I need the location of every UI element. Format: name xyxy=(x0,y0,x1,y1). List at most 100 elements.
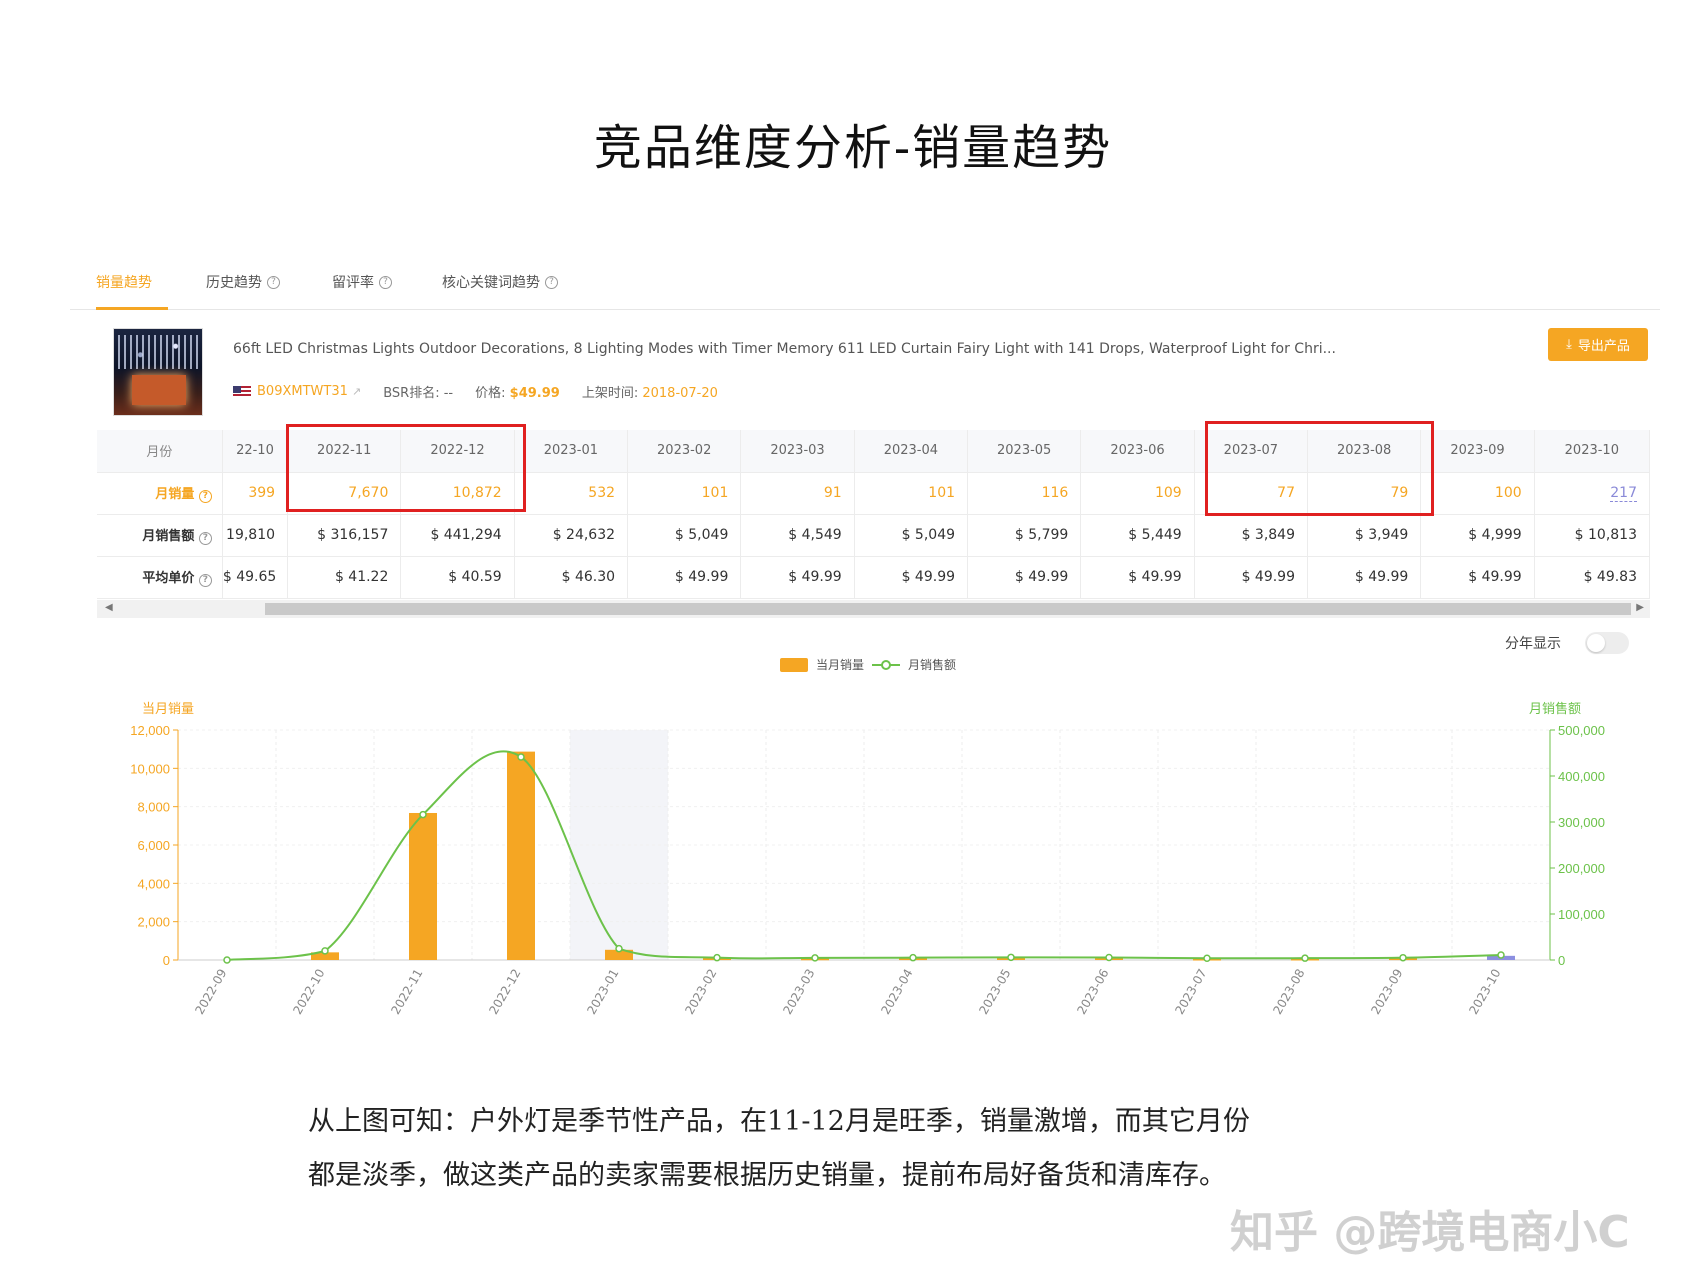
description-line: 从上图可知：户外灯是季节性产品，在11-12月是旺季，销量激增，而其它月份 xyxy=(308,1106,1250,1137)
tab-history-trend[interactable]: 历史趋势 ? xyxy=(206,272,280,292)
row-label-sales: 月销量 ? xyxy=(97,472,223,515)
year-split-toggle[interactable] xyxy=(1585,632,1629,654)
page-title: 竞品维度分析-销量趋势 xyxy=(593,120,1113,176)
revenue-cell: $ 5,049 xyxy=(627,514,742,557)
revenue-cell: $ 24,632 xyxy=(514,514,629,557)
row-label-avg-price: 平均单价 ? xyxy=(97,556,223,599)
asin-link[interactable]: B09XMTWT31 ↗ xyxy=(233,384,361,399)
tab-sales-trend[interactable]: 销量趋势 xyxy=(96,272,152,292)
year-split-label: 分年显示 xyxy=(1505,636,1561,652)
help-icon[interactable]: ? xyxy=(267,275,280,289)
tab-label: 销量趋势 xyxy=(96,275,152,291)
revenue-point xyxy=(713,953,721,962)
revenue-point xyxy=(811,954,819,962)
tab-review-rate[interactable]: 留评率 ? xyxy=(332,272,392,292)
avg-price-cell: $ 41.22 xyxy=(287,556,402,599)
revenue-point xyxy=(1399,953,1407,962)
chart-legend: 当月销量 月销售额 xyxy=(780,656,956,673)
revenue-point xyxy=(419,810,427,819)
revenue-cell: $ 441,294 xyxy=(400,514,515,557)
export-label: 导出产品 xyxy=(1577,339,1630,354)
revenue-cell: $ 5,799 xyxy=(967,514,1082,557)
product-title[interactable]: 66ft LED Christmas Lights Outdoor Decora… xyxy=(233,341,1336,357)
scroll-thumb[interactable] xyxy=(265,603,1631,615)
sales-cell: 116 xyxy=(967,472,1082,515)
avg-price-cell: $ 49.65 xyxy=(222,556,289,599)
description-line: 都是淡季，做这类产品的卖家需要根据历史销量，提前布局好备货和清库存。 xyxy=(308,1160,1226,1191)
revenue-point xyxy=(909,953,917,962)
scroll-left-icon[interactable]: ◀ xyxy=(105,602,113,613)
sales-bar xyxy=(507,751,535,960)
scroll-right-icon[interactable]: ▶ xyxy=(1636,602,1644,613)
avg-price-cell: $ 49.99 xyxy=(1080,556,1195,599)
legend-bar-swatch[interactable] xyxy=(780,657,808,672)
y-right-tick-label: 100,000 xyxy=(1558,907,1605,922)
y-right-tick-label: 300,000 xyxy=(1558,815,1605,830)
sales-link[interactable]: 217 xyxy=(1610,485,1637,502)
y-right-tick-label: 500,000 xyxy=(1558,723,1605,738)
y-left-tick-label: 10,000 xyxy=(130,761,170,776)
revenue-cell: $ 10,813 xyxy=(1534,514,1651,557)
revenue-point xyxy=(615,944,623,953)
sales-cell: 91 xyxy=(740,472,855,515)
y-right-axis-title: 月销售额 xyxy=(1529,701,1581,717)
legend-line-swatch[interactable] xyxy=(872,658,901,672)
tab-bar: 销量趋势 历史趋势 ? 留评率 ? 核心关键词趋势 ? xyxy=(70,268,1660,310)
revenue-point xyxy=(517,753,525,761)
product-thumbnail[interactable] xyxy=(113,328,203,416)
product-meta: B09XMTWT31 ↗ BSR排名: -- 价格: $49.99 上架时间: … xyxy=(233,382,718,401)
x-tick-label: 2023-03 xyxy=(780,967,817,1017)
revenue-cell: $ 5,449 xyxy=(1080,514,1195,557)
month-header-cell: 2023-06 xyxy=(1080,430,1195,473)
y-right-tick-label: 400,000 xyxy=(1558,769,1605,784)
help-icon[interactable]: ? xyxy=(545,275,558,289)
help-icon[interactable]: ? xyxy=(379,275,392,289)
revenue-point xyxy=(1007,953,1015,962)
price-info: 价格: $49.99 xyxy=(475,386,560,401)
tab-label: 历史趋势 xyxy=(206,275,262,291)
highlight-box-low xyxy=(1205,421,1434,516)
tab-label: 留评率 xyxy=(332,275,374,291)
export-product-button[interactable]: ⤓ 导出产品 xyxy=(1548,328,1648,361)
avg-price-cell: $ 49.99 xyxy=(740,556,855,599)
month-header-cell: 2023-09 xyxy=(1420,430,1535,473)
bsr-info: BSR排名: -- xyxy=(383,386,454,401)
asin-value: B09XMTWT31 xyxy=(257,384,348,399)
avg-price-cell: $ 49.99 xyxy=(1307,556,1422,599)
revenue-point xyxy=(1497,951,1505,959)
sales-cell: 217 xyxy=(1534,472,1651,515)
month-header-cell: 2023-05 xyxy=(967,430,1082,473)
x-tick-label: 2022-11 xyxy=(388,967,425,1017)
sales-trend-chart: 12,000 10,000 8,000 6,000 4,000 2,000 0 500,000… xyxy=(130,701,1605,1017)
tab-keyword-trend[interactable]: 核心关键词趋势 ? xyxy=(442,272,558,292)
listed-date-info: 上架时间: 2018-07-20 xyxy=(581,386,718,401)
revenue-point xyxy=(223,956,231,964)
y-left-tick-label: 2,000 xyxy=(137,915,170,930)
x-tick-label: 2023-10 xyxy=(1466,967,1503,1017)
sales-cell: 399 xyxy=(222,472,289,515)
x-tick-label: 2023-01 xyxy=(584,967,621,1017)
help-icon: ? xyxy=(198,490,212,503)
revenue-cell: $ 3,949 xyxy=(1307,514,1422,557)
month-header-cell: 2023-02 xyxy=(627,430,742,473)
sales-cell: 100 xyxy=(1420,472,1535,515)
revenue-point xyxy=(1203,954,1211,962)
y-left-tick-label: 4,000 xyxy=(137,876,170,891)
revenue-point xyxy=(1301,954,1309,962)
y-left-tick-label: 12,000 xyxy=(130,723,170,738)
external-link-icon[interactable]: ↗ xyxy=(352,385,361,398)
revenue-point xyxy=(321,947,329,955)
revenue-cell: $ 5,049 xyxy=(854,514,969,557)
x-tick-label: 2023-06 xyxy=(1074,967,1111,1017)
row-label-month: 月份 xyxy=(97,430,223,473)
avg-price-cell: $ 49.99 xyxy=(1194,556,1309,599)
revenue-cell: $ 316,157 xyxy=(287,514,402,557)
us-flag-icon xyxy=(233,385,251,398)
horizontal-scrollbar[interactable]: ◀ ▶ xyxy=(97,600,1650,618)
x-tick-label: 2022-10 xyxy=(290,967,327,1017)
legend-label-revenue[interactable]: 月销售额 xyxy=(908,656,956,673)
x-tick-label: 2023-02 xyxy=(682,967,719,1017)
legend-label-sales[interactable]: 当月销量 xyxy=(816,656,864,673)
sales-cell: 101 xyxy=(627,472,742,515)
y-right-tick-label: 200,000 xyxy=(1558,861,1605,876)
